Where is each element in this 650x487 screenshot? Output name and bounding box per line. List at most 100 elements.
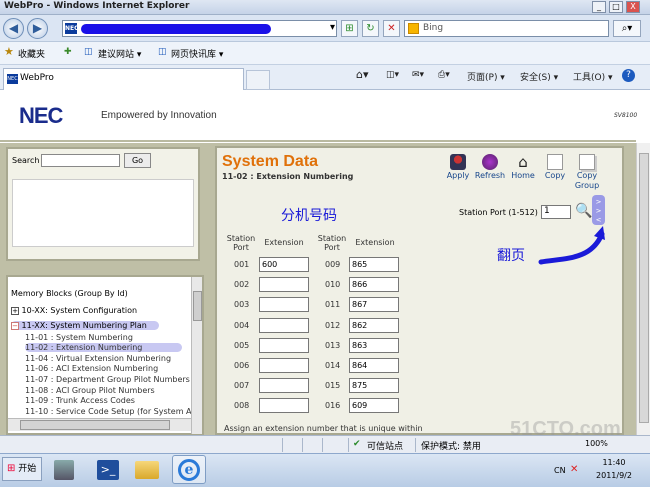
extension-input[interactable]: 600 (259, 257, 309, 272)
extension-input[interactable] (259, 318, 309, 333)
home-icon[interactable]: ⌂▾ (356, 68, 369, 81)
redacted-url (81, 24, 271, 34)
favorites-button[interactable]: 收藏夹 (18, 47, 45, 60)
feeds-icon[interactable]: ◫▾ (386, 70, 399, 80)
language-indicator[interactable]: CN (554, 466, 566, 475)
extension-input[interactable] (259, 398, 309, 413)
protected-mode-status[interactable]: 保护模式: 禁用 (421, 439, 481, 452)
bing-icon (408, 23, 419, 34)
close-button[interactable]: X (626, 1, 640, 13)
collapse-icon[interactable]: − (11, 322, 19, 330)
extension-input[interactable]: 865 (349, 257, 399, 272)
memory-search-input[interactable] (41, 154, 120, 167)
station-port-number: 003 (234, 300, 250, 309)
internet-explorer-icon[interactable]: e (172, 455, 206, 484)
page-menu[interactable]: 页面(P) ▾ (467, 70, 505, 83)
tree-vertical-scrollbar[interactable] (191, 277, 202, 434)
extension-input[interactable] (259, 338, 309, 353)
search-input[interactable]: Bing (404, 20, 609, 37)
extension-input[interactable]: 875 (349, 378, 399, 393)
windows-logo-icon: ⊞ (7, 463, 16, 474)
add-favorite-icon[interactable]: ✚ (64, 47, 72, 57)
extension-input[interactable]: 866 (349, 277, 399, 292)
scroll-thumb[interactable] (193, 291, 202, 321)
station-port-number: 012 (325, 321, 341, 330)
mail-icon[interactable]: ✉▾ (412, 70, 424, 80)
search-placeholder: Bing (423, 23, 444, 33)
window-title: WebPro - Windows Internet Explorer (4, 1, 190, 11)
refresh-button[interactable]: Refresh (474, 154, 506, 180)
station-port-number: 015 (325, 381, 341, 390)
tagline: Empowered by Innovation (101, 110, 217, 121)
station-port-number: 009 (325, 260, 341, 269)
clock-time: 11:40 (602, 458, 626, 467)
tree-item[interactable]: 11-04 : Virtual Extension Numbering (25, 354, 171, 363)
web-slice-link[interactable]: 网页快讯库 ▾ (171, 47, 223, 60)
extension-input[interactable]: 864 (349, 358, 399, 373)
minimize-button[interactable]: _ (592, 1, 606, 13)
home-icon: ⌂ (518, 153, 528, 171)
tab-webpro[interactable]: NEC WebPro (3, 68, 244, 90)
server-manager-icon[interactable] (47, 455, 81, 484)
zone-status[interactable]: 可信站点 (367, 439, 403, 452)
extension-input[interactable]: 867 (349, 297, 399, 312)
extension-input[interactable]: 863 (349, 338, 399, 353)
copy-button[interactable]: Copy (543, 154, 567, 180)
home-button[interactable]: ⌂ Home (511, 154, 535, 180)
suggested-sites-link[interactable]: 建议网站 ▾ (98, 47, 141, 60)
dropdown-icon[interactable]: ▾ (324, 20, 341, 37)
zoom-level[interactable]: 100% (585, 439, 608, 448)
go-button[interactable]: Go (124, 153, 151, 168)
extension-input[interactable]: 862 (349, 318, 399, 333)
extension-input[interactable]: 609 (349, 398, 399, 413)
tree-group-expanded[interactable]: − 11-XX: System Numbering Plan (11, 321, 159, 330)
extension-input[interactable] (259, 277, 309, 292)
status-divider (322, 438, 323, 452)
station-port-input[interactable]: 1 (541, 205, 571, 219)
network-icon[interactable]: ✕ (570, 464, 578, 475)
explorer-folder-icon[interactable] (130, 455, 164, 484)
status-bar: ✔ 可信站点 保护模式: 禁用 100% (0, 435, 650, 453)
tree-item[interactable]: 11-07 : Department Group Pilot Numbers (25, 375, 190, 384)
apply-button[interactable]: Apply (446, 154, 470, 180)
print-icon[interactable]: ⎙▾ (438, 70, 450, 80)
back-icon[interactable]: ◀ (3, 18, 24, 39)
tools-menu[interactable]: 工具(O) ▾ (573, 70, 613, 83)
tree-item[interactable]: 11-08 : ACI Group Pilot Numbers (25, 386, 155, 395)
compat-icon[interactable]: ⊞ (341, 20, 358, 37)
search-go-icon[interactable]: ⌕▾ (613, 20, 641, 37)
new-tab-button[interactable] (246, 70, 270, 90)
extension-input[interactable] (259, 358, 309, 373)
maximize-button[interactable]: □ (609, 1, 623, 13)
copy-group-button[interactable]: Copy Group (574, 154, 600, 191)
tree-item[interactable]: 11-06 : ACI Extension Numbering (25, 364, 158, 373)
tree-item[interactable]: 11-01 : System Numbering (25, 333, 133, 342)
extension-input[interactable] (259, 297, 309, 312)
scroll-thumb[interactable] (20, 420, 170, 430)
tree-item[interactable]: 11-09 : Trunk Access Codes (25, 396, 135, 405)
help-icon[interactable]: ? (622, 69, 635, 82)
start-button[interactable]: ⊞ 开始 (2, 457, 42, 481)
search-icon[interactable]: 🔍 (575, 203, 592, 219)
expand-icon[interactable]: + (11, 307, 19, 315)
safety-menu[interactable]: 安全(S) ▾ (520, 70, 558, 83)
stop-icon[interactable]: ✕ (383, 20, 400, 37)
page-title: System Data (222, 153, 319, 170)
page-subtitle: 11-02 : Extension Numbering (222, 172, 354, 181)
tree-item-selected[interactable]: 11-02 : Extension Numbering (25, 343, 183, 352)
refresh-icon[interactable]: ↻ (362, 20, 379, 37)
powershell-icon[interactable]: >_ (91, 455, 125, 484)
nec-header (0, 90, 636, 142)
col-station-port: Station Port (317, 234, 347, 252)
scroll-thumb[interactable] (639, 153, 649, 423)
col-extension: Extension (264, 238, 304, 247)
address-bar[interactable]: NEC (62, 20, 337, 37)
favorites-bar: ★ 收藏夹 ✚ ◫ 建议网站 ▾ ◫ 网页快讯库 ▾ (0, 42, 650, 65)
tree-group[interactable]: + 10-XX: System Configuration (11, 306, 137, 315)
forward-icon[interactable]: ▶ (27, 18, 48, 39)
system-clock[interactable]: 11:40 2011/9/2 (591, 456, 637, 482)
tree-horizontal-scrollbar[interactable] (8, 418, 191, 431)
page-vertical-scrollbar[interactable] (636, 143, 650, 435)
tree-item[interactable]: 11-10 : Service Code Setup (for System A… (25, 407, 191, 416)
extension-input[interactable] (259, 378, 309, 393)
